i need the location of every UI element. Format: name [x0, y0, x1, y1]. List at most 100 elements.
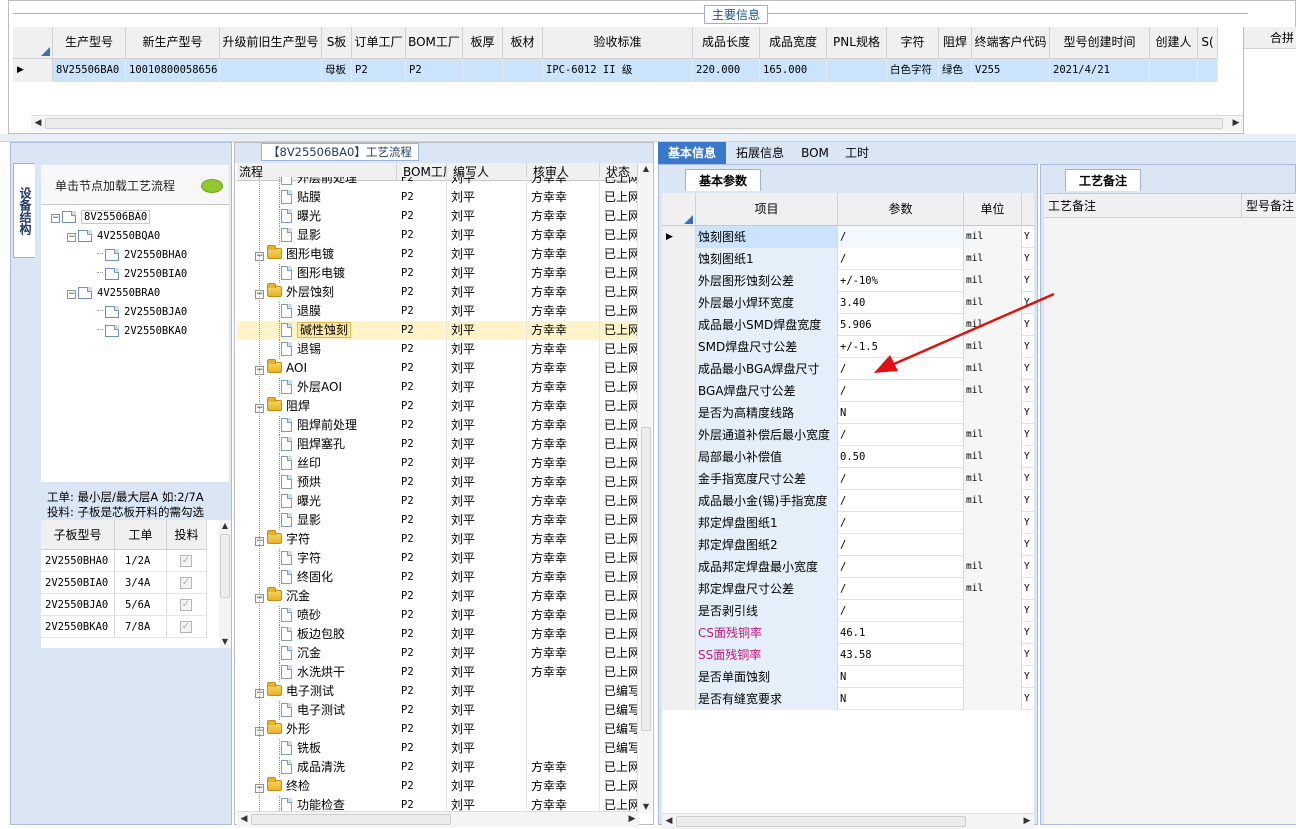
flow-cell-s[interactable]: 已上网 [600, 359, 638, 378]
flow-cell-s[interactable]: 已上网 [600, 188, 638, 207]
row-selector[interactable] [662, 534, 696, 556]
flow-cell-s[interactable]: 已上网 [600, 340, 638, 359]
top-hscroll-thumb[interactable] [45, 118, 1223, 129]
flow-step[interactable]: 阻焊前处理 [237, 416, 397, 435]
row-selector[interactable] [662, 512, 696, 534]
top-cell[interactable]: 8V25506BA0 [53, 59, 126, 82]
param-col-header[interactable]: 单位 [964, 193, 1022, 226]
flow-cell-bom[interactable]: P2 [397, 777, 447, 796]
top-col-header[interactable]: 验收标准 [543, 27, 693, 59]
flow-cell-r[interactable]: 方幸幸 [527, 378, 600, 397]
row-selector[interactable] [662, 402, 696, 424]
vtab-device-structure[interactable]: 设备结构 [13, 163, 35, 258]
top-cell[interactable] [827, 59, 887, 82]
top-cell[interactable]: P2 [406, 59, 463, 82]
flow-cell-r[interactable] [527, 701, 600, 720]
param-col-header[interactable]: 项目 [696, 193, 838, 226]
top-cell[interactable]: 母板 [322, 59, 352, 82]
subboard-vscroll[interactable]: ▲ ▼ [219, 520, 231, 648]
flow-cell-s[interactable]: 已编写 [600, 720, 638, 739]
flow-cell-r[interactable]: 方幸幸 [527, 777, 600, 796]
param-value[interactable]: / [838, 490, 964, 512]
flow-row[interactable]: 铣板 P2 刘平 已编写 [237, 739, 639, 758]
flow-cell-w[interactable]: 刘平 [447, 606, 527, 625]
row-selector[interactable] [662, 468, 696, 490]
flow-cell-r[interactable]: 方幸幸 [527, 606, 600, 625]
scroll-down-icon[interactable]: ▼ [640, 801, 652, 813]
flow-step[interactable]: − 图形电镀 [237, 245, 397, 264]
feed-checkbox[interactable]: ✓ [180, 621, 192, 633]
flow-cell-r[interactable]: 方幸幸 [527, 663, 600, 682]
top-cell[interactable]: 165.000 [760, 59, 827, 82]
flow-cell-w[interactable]: 刘平 [447, 625, 527, 644]
flow-step[interactable]: 阻焊塞孔 [237, 435, 397, 454]
top-col-header[interactable]: BOM工厂 [406, 27, 463, 59]
flow-row[interactable]: 阻焊前处理 P2 刘平 方幸幸 已上网 [237, 416, 639, 435]
flow-row[interactable]: 板边包胶 P2 刘平 方幸幸 已上网 [237, 625, 639, 644]
flow-cell-w[interactable]: 刘平 [447, 758, 527, 777]
param-row[interactable]: BGA焊盘尺寸公差 / mil Y [662, 380, 1034, 402]
flow-cell-bom[interactable]: P2 [397, 226, 447, 245]
row-selector[interactable] [662, 600, 696, 622]
row-selector[interactable] [662, 578, 696, 600]
param-row[interactable]: 是否为高精度线路 N Y [662, 402, 1034, 424]
flow-cell-r[interactable]: 方幸幸 [527, 321, 600, 340]
flow-cell-r[interactable]: 方幸幸 [527, 549, 600, 568]
top-cell[interactable]: 10010800058656 [126, 59, 220, 82]
scroll-up-icon[interactable]: ▲ [219, 520, 231, 532]
flow-cell-s[interactable]: 已上网 [600, 663, 638, 682]
flow-cell-bom[interactable]: P2 [397, 397, 447, 416]
flow-cell-r[interactable]: 方幸幸 [527, 511, 600, 530]
row-selector[interactable] [662, 314, 696, 336]
feed-checkbox[interactable]: ✓ [180, 577, 192, 589]
flow-cell-s[interactable]: 已上网 [600, 207, 638, 226]
tree-node[interactable]: − 4V2550BQA0 [67, 226, 160, 245]
flow-cell-bom[interactable]: P2 [397, 568, 447, 587]
flow-hscroll-thumb[interactable] [251, 814, 451, 825]
flow-step[interactable]: − 外形 [237, 720, 397, 739]
flow-step[interactable]: 字符 [237, 549, 397, 568]
flow-cell-bom[interactable]: P2 [397, 511, 447, 530]
scroll-left-icon[interactable]: ◀ [31, 117, 45, 130]
param-row[interactable]: 邦定焊盘图纸1/ Y [662, 512, 1034, 534]
flow-step[interactable]: 外层前处理 [237, 177, 397, 188]
param-col-header[interactable]: 参数 [838, 193, 964, 226]
subboard-model[interactable]: 2V2550BIA0 [41, 572, 115, 594]
flow-step[interactable]: 显影 [237, 511, 397, 530]
param-row[interactable]: 蚀刻图纸1/mil Y [662, 248, 1034, 270]
tree-node[interactable]: 2V2550BKA0 [97, 321, 187, 340]
tab-work-hours[interactable]: 工时 [838, 142, 876, 164]
row-selector[interactable]: ▶ [662, 226, 696, 248]
param-value[interactable]: N [838, 666, 964, 688]
param-row[interactable]: 是否单面蚀刻 N Y [662, 666, 1034, 688]
row-selector[interactable] [662, 270, 696, 292]
flow-cell-bom[interactable]: P2 [397, 340, 447, 359]
flow-cell-bom[interactable]: P2 [397, 321, 447, 340]
flow-cell-bom[interactable]: P2 [397, 264, 447, 283]
flow-cell-r[interactable]: 方幸幸 [527, 625, 600, 644]
flow-vscroll[interactable]: ▲ ▼ [640, 163, 652, 813]
flow-row[interactable]: 阻焊塞孔 P2 刘平 方幸幸 已上网 [237, 435, 639, 454]
tree-node[interactable]: − 4V2550BRA0 [67, 283, 160, 302]
flow-cell-w[interactable]: 刘平 [447, 226, 527, 245]
top-col-header[interactable]: S( [1198, 27, 1218, 59]
flow-cell-s[interactable]: 已上网 [600, 511, 638, 530]
top-cell[interactable]: P2 [352, 59, 406, 82]
flow-cell-bom[interactable]: P2 [397, 473, 447, 492]
flow-step[interactable]: 水洗烘干 [237, 663, 397, 682]
top-col-header[interactable]: 订单工厂 [352, 27, 406, 59]
top-col-header[interactable]: S板 [322, 27, 352, 59]
param-value[interactable]: / [838, 534, 964, 556]
flow-cell-s[interactable]: 已上网 [600, 397, 638, 416]
tree-node[interactable]: 2V2550BIA0 [97, 264, 187, 283]
scroll-left-icon[interactable]: ◀ [237, 813, 251, 826]
flow-step[interactable]: 显影 [237, 226, 397, 245]
flow-cell-r[interactable]: 方幸幸 [527, 530, 600, 549]
top-cell[interactable] [220, 59, 322, 82]
flow-cell-bom[interactable]: P2 [397, 283, 447, 302]
flow-cell-bom[interactable]: P2 [397, 378, 447, 397]
flow-cell-w[interactable]: 刘平 [447, 549, 527, 568]
flow-vscroll-thumb[interactable] [641, 427, 651, 731]
flow-row[interactable]: 水洗烘干 P2 刘平 方幸幸 已上网 [237, 663, 639, 682]
flow-step[interactable]: 退膜 [237, 302, 397, 321]
